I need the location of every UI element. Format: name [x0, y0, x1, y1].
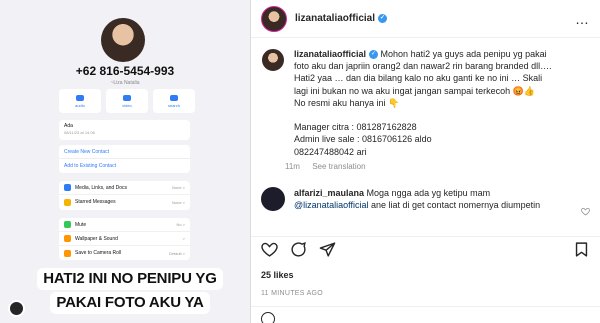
- author-avatar[interactable]: [261, 5, 287, 32]
- caption-text: lizanataliaofficial ✓ Mohon hati2 ya guys…: [294, 49, 552, 157]
- media-row: Media, Links, and Docs None >: [59, 181, 190, 195]
- wallpaper-icon: [64, 235, 71, 242]
- author-username[interactable]: lizanataliaofficial ✓: [295, 13, 388, 24]
- download-icon: [64, 249, 71, 257]
- caption-avatar[interactable]: [261, 48, 285, 72]
- media-icon: [64, 184, 71, 191]
- share-paper-plane-icon[interactable]: [319, 241, 336, 258]
- verified-icon: ✓: [378, 13, 388, 23]
- contact-name: ~Liza Natalia: [110, 80, 140, 86]
- verified-icon: ✓: [369, 50, 379, 60]
- starred-row: Starred Messages None >: [59, 195, 190, 209]
- mute-row: Mute No >: [59, 218, 190, 232]
- commenter-avatar[interactable]: [261, 186, 285, 211]
- more-options-icon[interactable]: …: [575, 11, 590, 27]
- contact-avatar: [101, 18, 145, 62]
- comment-input-divider: [251, 306, 600, 307]
- media-card: Media, Links, and Docs None > Starred Me…: [59, 181, 190, 210]
- about-card: Ada 08/11/23 at 14.06: [59, 120, 190, 140]
- add-existing-contact-link: Add to Existing Contact: [64, 163, 116, 169]
- comment-bubble-icon[interactable]: [290, 241, 307, 258]
- likes-count[interactable]: 25 likes: [261, 270, 294, 280]
- comment-like-icon[interactable]: [581, 207, 590, 216]
- caption-username[interactable]: lizanataliaofficial: [294, 49, 366, 59]
- post-age: 11m: [285, 161, 300, 171]
- contact-actions: audio video search: [59, 89, 195, 113]
- image-caption: HATI2 INI NO PENIPU YG PAKAI FOTO AKU YA: [22, 267, 238, 315]
- search-button: search: [153, 89, 195, 113]
- caption-meta: 11m See translation: [285, 162, 589, 171]
- caption-block: lizanataliaofficial ✓ Mohon hati2 ya guys…: [261, 48, 590, 171]
- like-heart-icon[interactable]: [261, 241, 278, 258]
- speaker-icon: [64, 221, 71, 228]
- audio-button: audio: [59, 89, 101, 113]
- star-icon: [64, 198, 71, 206]
- post-body: lizanataliaofficial ✓ Mohon hati2 ya guys…: [251, 38, 600, 212]
- contact-links-card: Create New Contact Add to Existing Conta…: [59, 145, 190, 173]
- post-image: +62 816-5454-993 ~Liza Natalia audio vid…: [0, 0, 250, 323]
- create-contact-link: Create New Contact: [59, 145, 190, 159]
- see-translation-link[interactable]: See translation: [312, 162, 365, 171]
- mention-link[interactable]: @lizanataliaofficial: [294, 200, 369, 210]
- post-timestamp: 11 MINUTES AGO: [261, 290, 324, 297]
- post-detail: lizanataliaofficial ✓ … lizanataliaoffici…: [250, 0, 600, 323]
- settings-card: Mute No > Wallpaper & Sound > Save to Ca…: [59, 218, 190, 260]
- commenter-username[interactable]: alfarizi_maulana: [294, 188, 364, 198]
- video-icon: [123, 94, 131, 101]
- search-icon: [170, 94, 178, 101]
- post-actions: [261, 241, 336, 258]
- tagged-user-icon[interactable]: [8, 300, 25, 317]
- video-button: video: [106, 89, 148, 113]
- actions-divider: [251, 236, 600, 237]
- comment-text: alfarizi_maulana Moga ngga ada yg ketipu…: [294, 187, 541, 211]
- screen: +62 816-5454-993 ~Liza Natalia audio vid…: [0, 0, 600, 323]
- phone-icon: [76, 94, 84, 101]
- emoji-icon[interactable]: [261, 312, 275, 323]
- camera-roll-row: Save to Camera Roll Default >: [59, 246, 190, 260]
- contact-phone-number: +62 816-5454-993: [75, 64, 175, 78]
- bookmark-icon[interactable]: [573, 241, 590, 258]
- post-header: lizanataliaofficial ✓ …: [251, 0, 600, 38]
- comment: alfarizi_maulana Moga ngga ada yg ketipu…: [261, 186, 590, 212]
- wallpaper-row: Wallpaper & Sound >: [59, 232, 190, 246]
